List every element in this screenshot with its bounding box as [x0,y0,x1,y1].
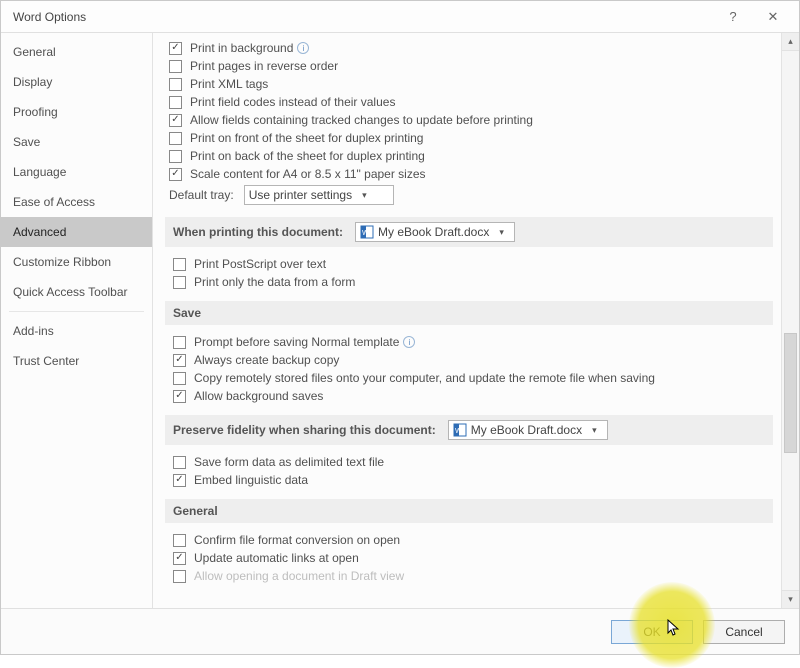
word-document-icon: W [360,225,374,239]
word-document-icon: W [453,423,467,437]
section-save: Save [165,301,773,325]
sidebar-item-advanced[interactable]: Advanced [1,217,152,247]
checkbox-copy-remote[interactable] [173,372,186,385]
dropdown-printing-document[interactable]: W My eBook Draft.docx ▾ [355,222,515,242]
label-confirm-conversion: Confirm file format conversion on open [194,533,400,547]
sidebar-item-display[interactable]: Display [1,67,152,97]
dialog-footer: OK Cancel [1,608,799,654]
label-print-field-codes: Print field codes instead of their value… [190,95,395,109]
dialog-title: Word Options [13,10,713,24]
dropdown-fidelity-document[interactable]: W My eBook Draft.docx ▾ [448,420,608,440]
label-print-postscript: Print PostScript over text [194,257,326,271]
help-button[interactable]: ? [713,3,753,31]
sidebar-item-add-ins[interactable]: Add-ins [1,316,152,346]
info-icon[interactable]: i [297,42,309,54]
checkbox-print-back-duplex[interactable] [169,150,182,163]
checkbox-scale-a4[interactable] [169,168,182,181]
label-print-back-duplex: Print on back of the sheet for duplex pr… [190,149,425,163]
dropdown-fidelity-document-value: My eBook Draft.docx [471,423,582,437]
checkbox-print-field-codes[interactable] [169,96,182,109]
checkbox-allow-tracked-update[interactable] [169,114,182,127]
chevron-down-icon: ▾ [362,190,367,201]
checkbox-print-xml[interactable] [169,78,182,91]
dropdown-default-tray-value: Use printer settings [249,188,352,202]
label-print-form-data: Print only the data from a form [194,275,355,289]
options-sidebar: General Display Proofing Save Language E… [1,33,153,608]
svg-text:W: W [455,428,462,435]
chevron-down-icon: ▾ [592,425,597,436]
scroll-thumb[interactable] [784,333,797,453]
label-prompt-normal: Prompt before saving Normal template [194,335,399,349]
word-options-dialog: Word Options ? ✕ General Display Proofin… [0,0,800,655]
sidebar-item-language[interactable]: Language [1,157,152,187]
section-header-label: Preserve fidelity when sharing this docu… [173,423,436,437]
label-print-reverse: Print pages in reverse order [190,59,338,73]
label-scale-a4: Scale content for A4 or 8.5 x 11" paper … [190,167,426,181]
sidebar-item-customize-ribbon[interactable]: Customize Ribbon [1,247,152,277]
label-always-backup: Always create backup copy [194,353,339,367]
vertical-scrollbar[interactable]: ▴ ▾ [781,33,799,608]
sidebar-item-proofing[interactable]: Proofing [1,97,152,127]
ok-button[interactable]: OK [611,620,693,644]
checkbox-save-form-delimited[interactable] [173,456,186,469]
checkbox-always-backup[interactable] [173,354,186,367]
section-when-printing-this-document: When printing this document: W My eBook … [165,217,773,247]
checkbox-print-postscript[interactable] [173,258,186,271]
sidebar-separator [9,311,144,312]
label-allow-bg-saves: Allow background saves [194,389,323,403]
advanced-options-panel: Print in background i Print pages in reve… [153,33,781,608]
sidebar-item-save[interactable]: Save [1,127,152,157]
dropdown-default-tray[interactable]: Use printer settings ▾ [244,185,394,205]
sidebar-item-general[interactable]: General [1,37,152,67]
label-allow-tracked-update: Allow fields containing tracked changes … [190,113,533,127]
checkbox-print-front-duplex[interactable] [169,132,182,145]
scroll-up-arrow[interactable]: ▴ [782,33,799,51]
checkbox-print-in-background[interactable] [169,42,182,55]
scroll-down-arrow[interactable]: ▾ [782,590,799,608]
label-print-in-background: Print in background [190,41,293,55]
checkbox-embed-linguistic[interactable] [173,474,186,487]
label-print-xml: Print XML tags [190,77,268,91]
label-save-form-delimited: Save form data as delimited text file [194,455,384,469]
checkbox-allow-draft-view[interactable] [173,570,186,583]
chevron-down-icon: ▾ [499,227,504,238]
svg-text:W: W [362,230,369,237]
checkbox-print-reverse[interactable] [169,60,182,73]
checkbox-print-form-data[interactable] [173,276,186,289]
info-icon[interactable]: i [403,336,415,348]
section-preserve-fidelity: Preserve fidelity when sharing this docu… [165,415,773,445]
sidebar-item-trust-center[interactable]: Trust Center [1,346,152,376]
cancel-button[interactable]: Cancel [703,620,785,644]
label-default-tray: Default tray: [169,188,234,202]
label-copy-remote: Copy remotely stored files onto your com… [194,371,655,385]
section-general: General [165,499,773,523]
label-update-links: Update automatic links at open [194,551,359,565]
checkbox-allow-bg-saves[interactable] [173,390,186,403]
label-print-front-duplex: Print on front of the sheet for duplex p… [190,131,423,145]
close-button[interactable]: ✕ [753,3,793,31]
checkbox-prompt-normal[interactable] [173,336,186,349]
sidebar-item-quick-access-toolbar[interactable]: Quick Access Toolbar [1,277,152,307]
checkbox-update-links[interactable] [173,552,186,565]
checkbox-confirm-conversion[interactable] [173,534,186,547]
sidebar-item-ease-of-access[interactable]: Ease of Access [1,187,152,217]
label-embed-linguistic: Embed linguistic data [194,473,308,487]
section-header-label: General [173,504,218,518]
titlebar: Word Options ? ✕ [1,1,799,33]
label-allow-draft-view: Allow opening a document in Draft view [194,569,404,583]
section-header-label: When printing this document: [173,225,343,239]
section-header-label: Save [173,306,201,320]
dropdown-printing-document-value: My eBook Draft.docx [378,225,489,239]
